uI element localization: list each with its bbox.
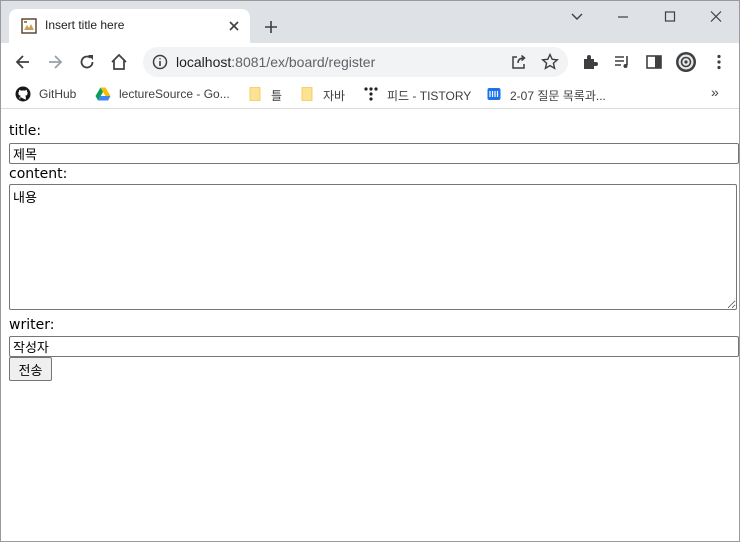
page-content: title: content: 내용 writer: 전송 [1, 110, 739, 541]
bookmark-label: GitHub [39, 87, 77, 101]
bookmark-label: 피드 - TISTORY [387, 89, 472, 103]
chevron-down-icon[interactable] [567, 8, 587, 26]
title-label: title: [9, 123, 42, 139]
tistory-icon [364, 87, 378, 101]
reload-icon[interactable] [77, 52, 97, 72]
new-tab-icon[interactable] [262, 18, 280, 36]
url-path: :8081/ex/board/register [231, 54, 376, 70]
page-favicon-icon [21, 18, 37, 34]
side-panel-icon[interactable] [644, 52, 664, 72]
more-menu-icon[interactable] [709, 52, 729, 72]
maximize-icon[interactable] [660, 8, 680, 26]
content-label: content: [9, 166, 68, 182]
star-icon[interactable] [540, 52, 560, 72]
close-window-icon[interactable] [706, 8, 726, 26]
forward-arrow-icon[interactable] [45, 52, 65, 72]
wikidocs-icon [487, 88, 501, 100]
folder-icon [249, 87, 261, 101]
bookmarks-bar: GitHub lectureSource - Go... 틀 자바 피드 - T… [1, 79, 739, 109]
back-arrow-icon[interactable] [13, 52, 33, 72]
browser-window: Insert title here localhost:8081/ex/boar… [0, 0, 740, 542]
writer-input[interactable] [9, 336, 739, 357]
github-icon [15, 86, 31, 102]
writer-label: writer: [9, 317, 55, 333]
tab-strip: Insert title here [1, 1, 739, 43]
bookmark-label: 2-07 질문 목록과... [510, 89, 606, 103]
address-bar[interactable]: localhost:8081/ex/board/register [143, 47, 568, 77]
submit-button[interactable]: 전송 [9, 357, 52, 381]
url-text: localhost:8081/ex/board/register [176, 54, 375, 70]
bookmark-label: 자바 [323, 89, 346, 103]
url-host: localhost [176, 54, 232, 70]
info-icon[interactable] [151, 53, 169, 71]
more-bookmarks-chevron[interactable]: » [711, 84, 719, 102]
home-icon[interactable] [109, 52, 129, 72]
share-icon[interactable] [509, 52, 529, 72]
minimize-icon[interactable] [613, 8, 633, 26]
bookmark-label: 틀 [271, 89, 283, 103]
tab-title: Insert title here [45, 18, 125, 32]
extensions-icon[interactable] [580, 52, 600, 72]
google-drive-icon [95, 87, 111, 101]
active-tab[interactable]: Insert title here [9, 9, 250, 43]
content-textarea[interactable]: 내용 [9, 184, 737, 310]
bookmark-label: lectureSource - Go... [119, 87, 230, 101]
folder-icon [301, 87, 313, 101]
title-input[interactable] [9, 143, 739, 164]
close-tab-icon[interactable] [225, 17, 243, 35]
profile-avatar-icon[interactable] [675, 51, 697, 73]
browser-toolbar: localhost:8081/ex/board/register [1, 43, 739, 79]
media-control-icon[interactable] [612, 52, 632, 72]
